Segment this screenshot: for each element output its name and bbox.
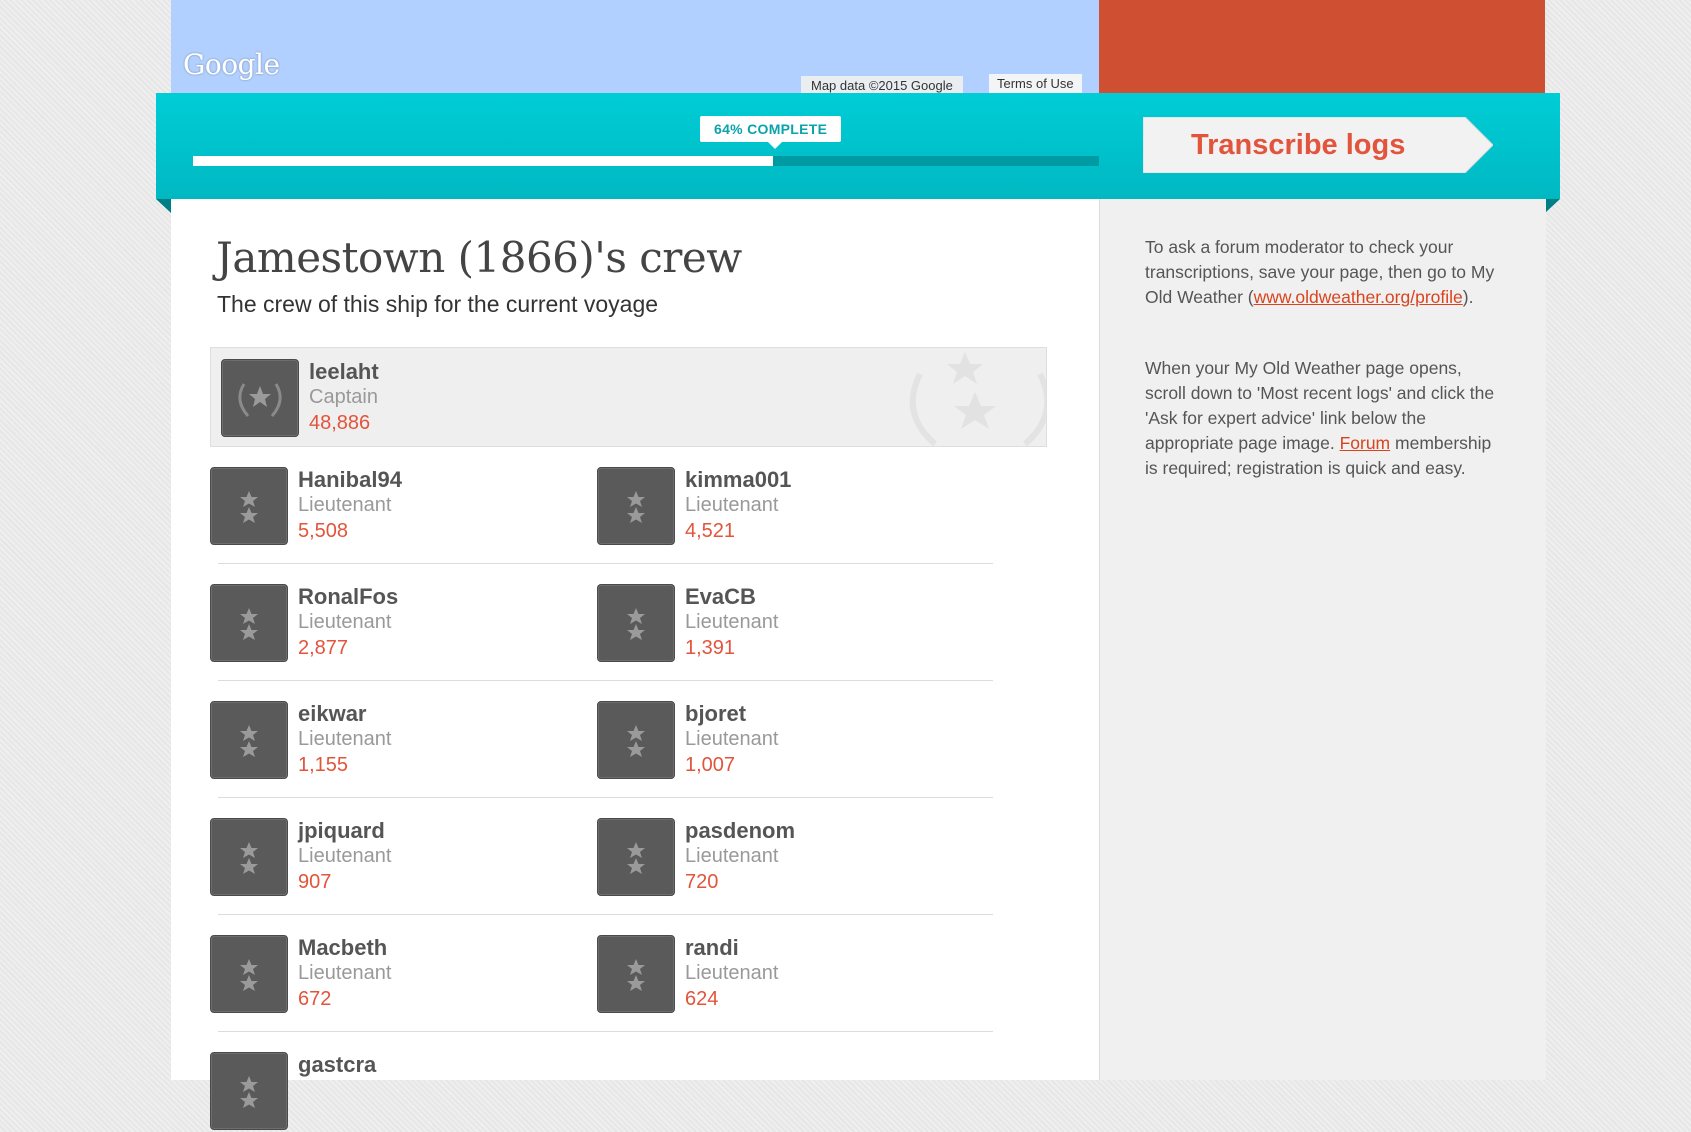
lieutenant-badge-icon xyxy=(597,584,675,662)
crew-member: RonalFos Lieutenant 2,877 xyxy=(210,584,570,664)
captain-row[interactable]: leelaht Captain 48,886 xyxy=(210,347,1047,447)
crew-member: EvaCB Lieutenant 1,391 xyxy=(597,584,957,664)
crew-member: bjoret Lieutenant 1,007 xyxy=(597,701,957,781)
progress-bar xyxy=(193,156,1099,166)
member-name[interactable]: bjoret xyxy=(685,701,746,727)
member-name[interactable]: kimma001 xyxy=(685,467,791,493)
progress-label: 64% COMPLETE xyxy=(700,116,842,149)
member-rank: Lieutenant xyxy=(298,494,392,516)
row-divider xyxy=(218,680,993,681)
crew-member: randi Lieutenant 624 xyxy=(597,935,957,1015)
row-divider xyxy=(218,1031,993,1032)
member-rank: Lieutenant xyxy=(685,962,779,984)
map-attribution: Map data ©2015 Google xyxy=(801,76,963,94)
help-paragraph-forum: When your My Old Weather page opens, scr… xyxy=(1145,356,1495,481)
member-name[interactable]: RonalFos xyxy=(298,584,398,610)
member-score: 1,007 xyxy=(685,754,736,776)
page-subtitle: The crew of this ship for the current vo… xyxy=(217,291,659,317)
help-sidebar: To ask a forum moderator to check your t… xyxy=(1099,199,1546,1080)
map-terms-link[interactable]: Terms of Use xyxy=(989,74,1082,94)
member-name[interactable]: Macbeth xyxy=(298,935,387,961)
lieutenant-badge-icon xyxy=(210,701,288,779)
lieutenant-badge-icon xyxy=(210,467,288,545)
band-fold-right xyxy=(1545,199,1560,213)
member-score: 1,391 xyxy=(685,637,736,659)
crew-member: Hanibal94 Lieutenant 5,508 xyxy=(210,467,570,547)
lieutenant-badge-icon xyxy=(210,584,288,662)
member-rank: Lieutenant xyxy=(685,494,779,516)
member-name[interactable]: leelaht xyxy=(309,359,379,385)
member-score: 720 xyxy=(685,871,719,893)
member-rank: Lieutenant xyxy=(298,611,392,633)
band-fold-left xyxy=(156,199,171,213)
member-score: 1,155 xyxy=(298,754,349,776)
row-divider xyxy=(218,563,993,564)
transcribe-logs-button[interactable]: Transcribe logs xyxy=(1143,117,1493,173)
captain-badge-icon xyxy=(221,359,299,437)
crew-member: eikwar Lieutenant 1,155 xyxy=(210,701,570,781)
member-score: 48,886 xyxy=(309,412,371,434)
member-score: 5,508 xyxy=(298,520,349,542)
member-score: 624 xyxy=(685,988,719,1010)
member-name[interactable]: jpiquard xyxy=(298,818,385,844)
header-accent-block xyxy=(1099,0,1545,94)
crew-member: Macbeth Lieutenant 672 xyxy=(210,935,570,1015)
member-name[interactable]: EvaCB xyxy=(685,584,756,610)
lieutenant-badge-icon xyxy=(210,935,288,1013)
member-rank: Lieutenant xyxy=(685,611,779,633)
help-paragraph-moderator: To ask a forum moderator to check your t… xyxy=(1145,235,1495,310)
forum-link[interactable]: Forum xyxy=(1340,433,1391,453)
crew-member-captain: leelaht Captain 48,886 xyxy=(221,359,581,439)
google-logo: Google xyxy=(183,48,280,81)
row-divider xyxy=(218,914,993,915)
lieutenant-badge-icon xyxy=(210,1052,288,1130)
member-score: 907 xyxy=(298,871,332,893)
progress-fill xyxy=(193,156,773,166)
member-name[interactable]: randi xyxy=(685,935,739,961)
transcribe-logs-label: Transcribe logs xyxy=(1191,129,1406,161)
crew-member: jpiquard Lieutenant 907 xyxy=(210,818,570,898)
member-score: 4,521 xyxy=(685,520,736,542)
page-title: Jamestown (1866)'s crew xyxy=(216,233,742,282)
captain-emblem-watermark xyxy=(909,352,1046,446)
lieutenant-badge-icon xyxy=(210,818,288,896)
lieutenant-badge-icon xyxy=(597,818,675,896)
row-divider xyxy=(218,797,993,798)
member-name[interactable]: pasdenom xyxy=(685,818,795,844)
member-rank: Captain xyxy=(309,386,378,408)
lieutenant-badge-icon xyxy=(597,935,675,1013)
member-rank: Lieutenant xyxy=(685,728,779,750)
member-score: 672 xyxy=(298,988,332,1010)
member-name[interactable]: eikwar xyxy=(298,701,367,727)
lieutenant-badge-icon xyxy=(597,701,675,779)
crew-member: kimma001 Lieutenant 4,521 xyxy=(597,467,957,547)
crew-member: gastcra xyxy=(210,1052,570,1132)
member-rank: Lieutenant xyxy=(298,845,392,867)
crew-member: pasdenom Lieutenant 720 xyxy=(597,818,957,898)
help-text-end: ). xyxy=(1462,287,1474,307)
member-name[interactable]: Hanibal94 xyxy=(298,467,402,493)
member-rank: Lieutenant xyxy=(298,728,392,750)
member-rank: Lieutenant xyxy=(298,962,392,984)
member-name[interactable]: gastcra xyxy=(298,1052,376,1078)
profile-link[interactable]: www.oldweather.org/profile xyxy=(1254,287,1463,307)
crew-panel: Jamestown (1866)'s crew The crew of this… xyxy=(171,199,1099,1130)
member-score: 2,877 xyxy=(298,637,349,659)
map-view[interactable]: Google Map data ©2015 Google Terms of Us… xyxy=(171,0,1099,94)
member-rank: Lieutenant xyxy=(685,845,779,867)
lieutenant-badge-icon xyxy=(597,467,675,545)
